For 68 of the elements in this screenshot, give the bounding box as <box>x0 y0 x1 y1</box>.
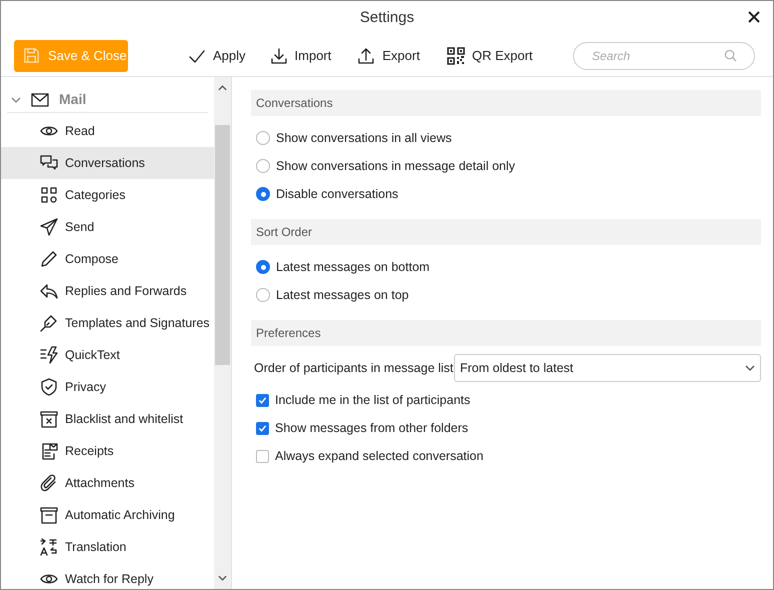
radio-button[interactable] <box>256 131 270 145</box>
checkbox[interactable] <box>256 450 269 462</box>
option-label: Latest messages on bottom <box>276 258 430 276</box>
scrollbar-thumb[interactable] <box>215 125 230 365</box>
sidebar-item[interactable]: QuickText <box>1 339 214 371</box>
collapse-chevron-icon[interactable] <box>11 94 21 104</box>
sidebar-item[interactable]: Categories <box>1 179 214 211</box>
scrollbar[interactable] <box>214 77 231 589</box>
section-header: Preferences <box>251 320 761 346</box>
option-label: Show conversations in all views <box>276 130 452 147</box>
checkbox[interactable] <box>256 394 269 406</box>
sidebar-item[interactable]: Attachments <box>1 467 214 499</box>
paper-plane-icon <box>40 218 58 236</box>
toolbar-button[interactable]: Export <box>357 46 420 66</box>
search-icon <box>724 48 737 62</box>
chevron-down-icon <box>745 365 755 371</box>
radio-button[interactable] <box>256 288 270 302</box>
scroll-down-icon[interactable] <box>218 575 228 581</box>
qr-code-icon <box>446 46 465 64</box>
option-label: Latest messages on top <box>276 286 409 304</box>
translate-icon <box>40 538 58 556</box>
download-icon <box>270 46 288 64</box>
sidebar-item[interactable]: Conversations <box>1 147 214 179</box>
sidebar-item[interactable]: Automatic Archiving <box>1 499 214 531</box>
pencil-icon <box>40 250 58 268</box>
sidebar-item[interactable]: Read <box>1 115 214 147</box>
sidebar-item[interactable]: Send <box>1 211 214 243</box>
sidebar-item[interactable]: Blacklist and whitelist <box>1 403 214 435</box>
shield-icon <box>40 378 58 396</box>
option-label: Disable conversations <box>276 186 398 203</box>
checkbox-label: Include me in the list of participants <box>275 392 470 409</box>
receipt-icon <box>40 442 58 460</box>
scroll-up-icon[interactable] <box>218 85 228 91</box>
option-label: Show conversations in message detail only <box>276 158 516 175</box>
toolbar-button[interactable]: Import <box>270 46 332 66</box>
sidebar-item[interactable]: Privacy <box>1 371 214 403</box>
radio-button[interactable] <box>256 159 270 173</box>
dropdown[interactable]: From oldest to latest <box>454 354 761 382</box>
sidebar-item[interactable]: Translation <box>1 531 214 563</box>
checkbox-label: Always expand selected conversation <box>275 448 484 465</box>
sidebar-group-label[interactable]: Mail <box>59 89 86 110</box>
search-field[interactable]: Search <box>573 42 755 70</box>
sidebar-item[interactable]: Watch for Reply <box>1 563 214 590</box>
checkbox-label: Show messages from other folders <box>275 420 468 437</box>
fountain-pen-icon <box>40 314 58 332</box>
radio-button[interactable] <box>256 187 270 201</box>
sidebar-item[interactable]: Replies and Forwards <box>1 275 214 307</box>
grid-icon <box>40 186 58 204</box>
chat-bubbles-icon <box>40 154 58 172</box>
paperclip-icon <box>40 474 58 492</box>
reply-arrow-icon <box>40 282 58 300</box>
toolbar-button[interactable]: Apply <box>188 46 246 66</box>
toolbar-button[interactable]: QR Export <box>446 46 533 66</box>
box-with-x-icon <box>40 410 58 428</box>
sidebar-item[interactable]: Receipts <box>1 435 214 467</box>
dropdown-label: Order of participants in message list <box>254 360 454 377</box>
radio-button[interactable] <box>256 260 270 274</box>
archive-box-icon <box>40 506 58 524</box>
lightning-lines-icon <box>40 346 58 364</box>
sidebar-item[interactable]: Templates and Signatures <box>1 307 214 339</box>
window-title: Settings <box>360 8 414 28</box>
checkbox[interactable] <box>256 422 269 434</box>
section-header: Sort Order <box>251 219 761 245</box>
section-header: Conversations <box>251 90 761 116</box>
envelope-icon <box>31 90 49 108</box>
upload-icon <box>357 46 376 64</box>
sidebar-item[interactable]: Compose <box>1 243 214 275</box>
close-icon[interactable] <box>747 10 761 24</box>
